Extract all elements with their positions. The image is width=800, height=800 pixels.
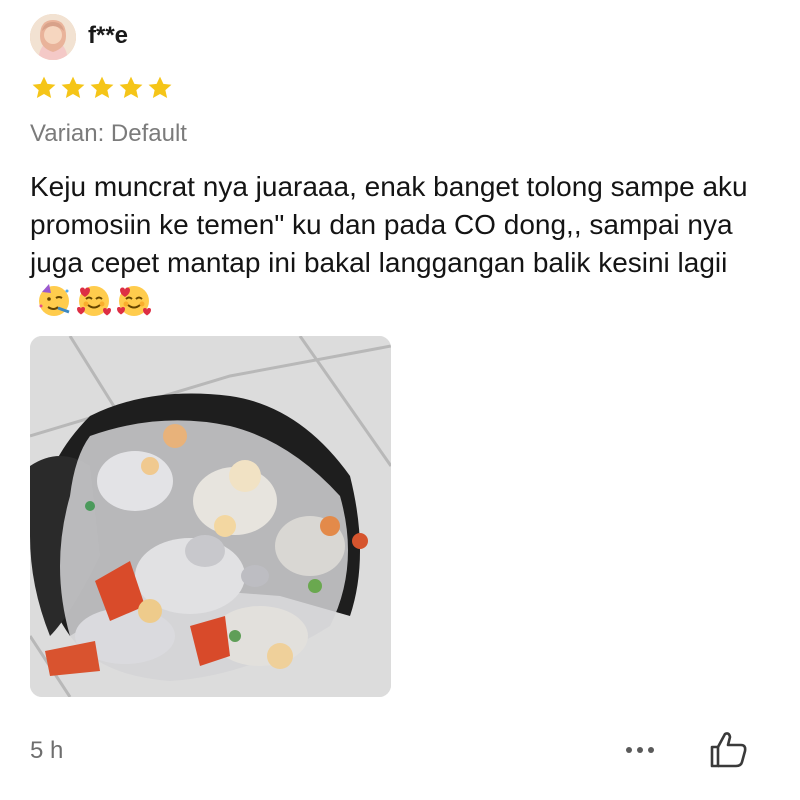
more-dot — [637, 747, 643, 753]
smiling-face-with-hearts-emoji-icon — [77, 286, 111, 316]
product-variant: Varian: Default — [30, 120, 187, 147]
star-rating — [30, 74, 174, 102]
review-photo[interactable] — [30, 336, 391, 697]
review-emojis — [36, 282, 152, 318]
like-button[interactable] — [706, 728, 750, 772]
more-dot — [648, 747, 654, 753]
thumbs-up-outline-icon — [710, 732, 747, 768]
star-icon — [61, 76, 85, 99]
more-options-button[interactable] — [620, 735, 660, 765]
more-horizontal-icon — [626, 747, 632, 753]
avatar-image — [30, 14, 76, 60]
avatar[interactable] — [30, 14, 76, 60]
partying-face-emoji-icon — [39, 284, 70, 316]
review-text: Keju muncrat nya juaraaa, enak banget to… — [30, 171, 748, 278]
reviewer-username: f**e — [88, 22, 129, 49]
star-icon — [119, 76, 143, 99]
star-icon — [148, 76, 172, 99]
review-photo-image — [30, 336, 391, 697]
star-icon — [90, 76, 114, 99]
review-timestamp: 5 h — [30, 737, 64, 764]
review-text-block: Keju muncrat nya juaraaa, enak banget to… — [30, 168, 770, 322]
star-icon — [32, 76, 56, 99]
smiling-face-with-hearts-emoji-icon — [117, 286, 151, 316]
